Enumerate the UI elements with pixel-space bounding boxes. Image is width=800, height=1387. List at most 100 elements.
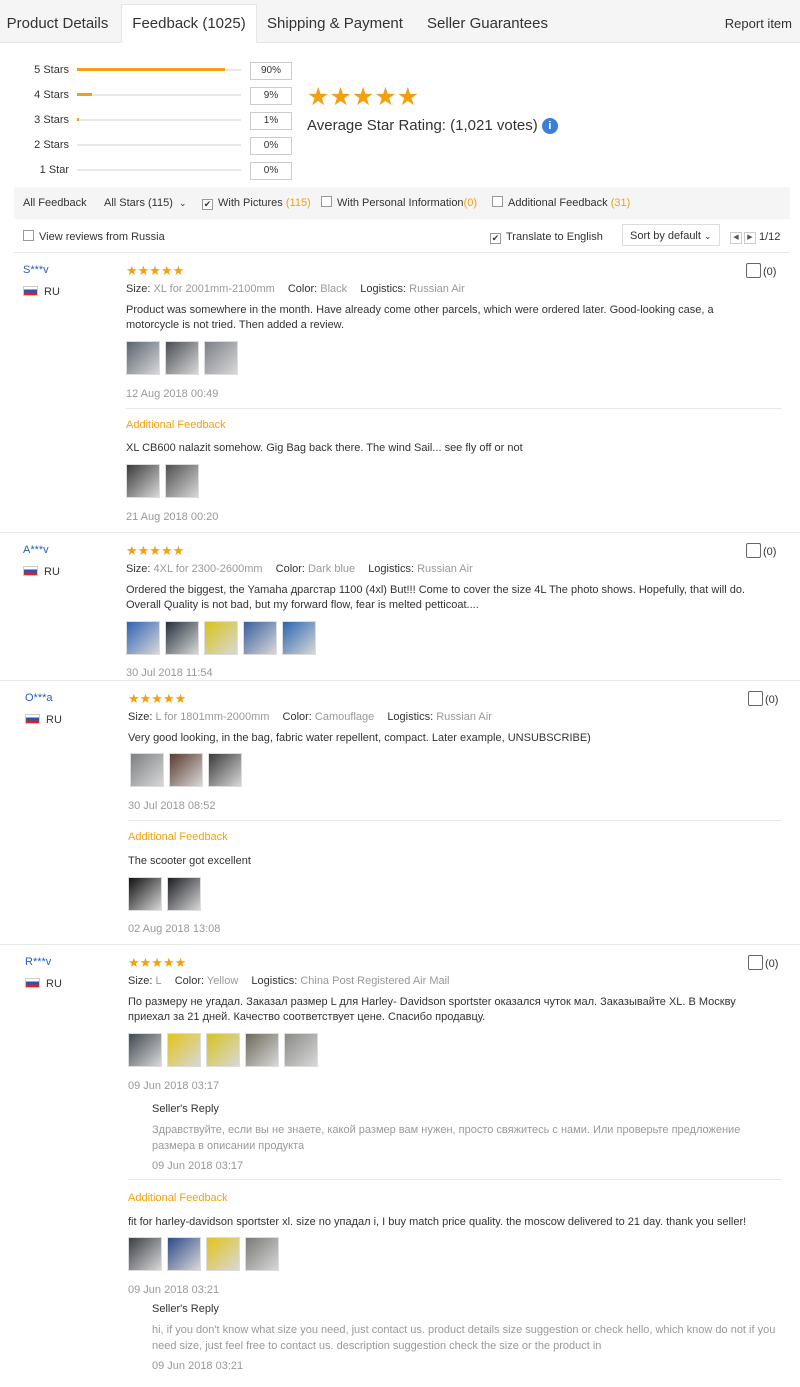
rating-row-5[interactable]: 5 Stars 90% — [20, 60, 300, 80]
checkbox-icon[interactable] — [23, 230, 34, 241]
rating-label: 1 Star — [39, 164, 69, 176]
checkbox-checked-icon[interactable]: ✔ — [202, 199, 213, 210]
divider — [128, 1179, 782, 1180]
rating-row-4[interactable]: 4 Stars 9% — [20, 85, 300, 105]
meta-value: 4XL for 2300-2600mm — [153, 563, 263, 575]
review-photo-thumbnail[interactable] — [282, 621, 316, 655]
personal-info-count: (0) — [463, 197, 478, 209]
translate-option[interactable]: ✔ Translate to English — [490, 224, 603, 250]
with-pictures-label: With Pictures — [218, 197, 283, 209]
review-photo-thumbnail[interactable] — [245, 1237, 279, 1271]
thumbs-up-icon — [746, 263, 761, 278]
seller-reply-date: 09 Jun 2018 03:21 — [152, 1360, 244, 1372]
meta-value: Camouflage — [314, 711, 375, 723]
info-icon[interactable]: i — [541, 118, 558, 134]
additional-feedback-date: 09 Jun 2018 03:21 — [128, 1284, 220, 1296]
like-count: (0) — [763, 266, 777, 278]
rating-row-2[interactable]: 2 Stars 0% — [20, 135, 300, 155]
additional-feedback-filter[interactable]: Additional Feedback (31) — [492, 187, 630, 219]
tab-seller-guarantees[interactable]: Seller Guarantees — [420, 5, 555, 42]
average-rating: ★★★★★ Average Star Rating: (1,021 votes)… — [307, 83, 558, 134]
review-photo-thumbnail[interactable] — [165, 464, 199, 498]
rating-bar — [77, 93, 241, 96]
review-photo-thumbnail[interactable] — [126, 341, 160, 375]
review-meta: Size: XL for 2001mm-2100mm Color: Black … — [126, 283, 475, 295]
review-text: Very good looking, in the bag, fabric wa… — [128, 732, 591, 744]
tab-feedback[interactable]: Feedback (1025) — [121, 4, 257, 43]
seller-reply-text: hi, if you don't know what size you need… — [152, 1324, 776, 1352]
meta-key: Color: — [275, 563, 305, 575]
rating-row-1[interactable]: 1 Star 0% — [20, 160, 300, 180]
personal-info-filter[interactable]: With Personal Information(0) — [321, 187, 477, 219]
review-photo-thumbnail[interactable] — [204, 341, 238, 375]
seller-reply-title: Seller's Reply — [152, 1103, 219, 1115]
reviewer-name[interactable]: A***v — [23, 544, 49, 556]
review-photo-thumbnail[interactable] — [126, 464, 160, 498]
rating-percent: 9% — [250, 87, 292, 105]
personal-info-label: With Personal Information — [337, 197, 464, 209]
average-rating-text: Average Star Rating: (1,021 votes) i — [307, 117, 558, 134]
review-photo-thumbnail[interactable] — [208, 753, 242, 787]
review-photo-thumbnail[interactable] — [165, 341, 199, 375]
rating-percent: 0% — [250, 162, 292, 180]
rating-label: 5 Stars — [34, 64, 69, 76]
review-photo-thumbnail[interactable] — [165, 621, 199, 655]
review-photo-thumbnail[interactable] — [206, 1237, 240, 1271]
additional-photos — [128, 877, 206, 911]
review-photo-thumbnail[interactable] — [167, 1237, 201, 1271]
meta-key: Size: — [126, 563, 151, 575]
reviewer-name[interactable]: O***a — [25, 692, 53, 704]
divider — [128, 820, 782, 821]
rating-row-3[interactable]: 3 Stars 1% — [20, 110, 300, 130]
view-russia-option[interactable]: View reviews from Russia — [23, 224, 165, 250]
additional-photos — [126, 464, 204, 498]
with-pictures-filter[interactable]: ✔ With Pictures (115) — [202, 187, 311, 219]
average-stars: ★★★★★ — [307, 83, 420, 111]
helpful-button[interactable]: (0) — [748, 691, 778, 706]
reviewer-country: RU — [25, 714, 62, 726]
meta-value: China Post Registered Air Mail — [300, 975, 450, 987]
checkbox-icon[interactable] — [321, 196, 332, 207]
helpful-button[interactable]: (0) — [748, 955, 778, 970]
prev-page-icon[interactable]: ◀ — [730, 232, 742, 244]
seller-reply-text: Здравствуйте, если вы не знаете, какой р… — [152, 1124, 741, 1152]
additional-feedback-title: Additional Feedback — [128, 1192, 228, 1204]
tab-shipping-payment[interactable]: Shipping & Payment — [262, 5, 408, 42]
review-photo-thumbnail[interactable] — [167, 877, 201, 911]
review-photo-thumbnail[interactable] — [128, 877, 162, 911]
review-photo-thumbnail[interactable] — [169, 753, 203, 787]
russia-flag-icon — [23, 566, 38, 576]
all-stars-dropdown[interactable]: All Stars (115) ⌄ — [104, 187, 186, 219]
review-photo-thumbnail[interactable] — [128, 1237, 162, 1271]
review-photo-thumbnail[interactable] — [167, 1033, 201, 1067]
review-photo-thumbnail[interactable] — [284, 1033, 318, 1067]
meta-value: L — [155, 975, 162, 987]
reviewer-name[interactable]: S***v — [23, 264, 49, 276]
review-photo-thumbnail[interactable] — [128, 1033, 162, 1067]
helpful-button[interactable]: (0) — [746, 263, 776, 278]
tab-product-details[interactable]: Product Details — [0, 5, 115, 42]
review-photo-thumbnail[interactable] — [126, 621, 160, 655]
sort-dropdown[interactable]: Sort by default ⌄ — [622, 224, 720, 246]
report-item-link[interactable]: Report item — [725, 5, 792, 42]
review-photo-thumbnail[interactable] — [243, 621, 277, 655]
all-stars-label: All Stars (115) — [104, 197, 173, 209]
reviewer-name[interactable]: R***v — [25, 956, 51, 968]
review-photo-thumbnail[interactable] — [245, 1033, 279, 1067]
russia-flag-icon — [25, 978, 40, 988]
review-photo-thumbnail[interactable] — [204, 621, 238, 655]
checkbox-icon[interactable] — [492, 196, 503, 207]
review-date: 30 Jul 2018 08:52 — [128, 800, 216, 812]
sort-label: Sort by default — [630, 230, 701, 242]
all-feedback-filter[interactable]: All Feedback — [23, 187, 87, 219]
checkbox-checked-icon[interactable]: ✔ — [490, 233, 501, 244]
helpful-button[interactable]: (0) — [746, 543, 776, 558]
reviewer-country: RU — [25, 978, 62, 990]
review-date: 09 Jun 2018 03:17 — [128, 1080, 220, 1092]
review-photos — [126, 621, 321, 655]
review-photo-thumbnail[interactable] — [130, 753, 164, 787]
meta-value: Black — [320, 283, 348, 295]
review-photo-thumbnail[interactable] — [206, 1033, 240, 1067]
next-page-icon[interactable]: ▶ — [744, 232, 756, 244]
page-indicator: 1/12 — [759, 231, 781, 243]
